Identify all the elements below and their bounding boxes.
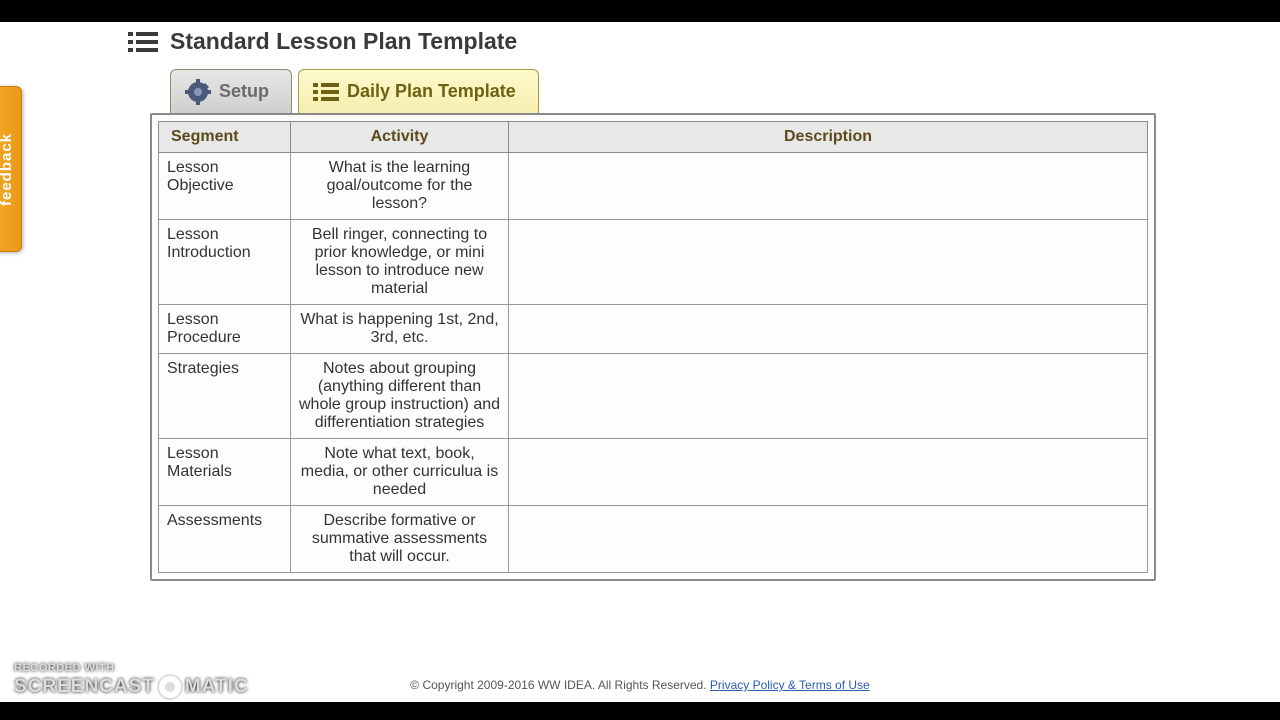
- table-header-row: Segment Activity Description: [159, 122, 1148, 153]
- tab-daily-label: Daily Plan Template: [347, 81, 516, 102]
- tab-daily-plan-template[interactable]: Daily Plan Template: [298, 69, 539, 113]
- watermark-brand: SCREENCAST MATIC: [14, 674, 249, 700]
- copyright-text: © Copyright 2009-2016 WW IDEA. All Right…: [410, 678, 710, 692]
- letterbox-top: [0, 0, 1280, 22]
- cell-segment: Lesson Procedure: [159, 305, 291, 354]
- cell-description[interactable]: [509, 354, 1148, 439]
- tab-bar: Setup Daily Plan Template: [170, 69, 539, 113]
- cell-description[interactable]: [509, 220, 1148, 305]
- tab-setup-label: Setup: [219, 81, 269, 102]
- watermark-brand-right: MATIC: [185, 676, 249, 698]
- cell-description[interactable]: [509, 506, 1148, 573]
- table-row: Assessments Describe formative or summat…: [159, 506, 1148, 573]
- letterbox-bottom: [0, 702, 1280, 720]
- cell-segment: Lesson Introduction: [159, 220, 291, 305]
- list-icon: [128, 30, 158, 54]
- watermark-line1: RECORDED WITH: [14, 662, 249, 674]
- table-row: Strategies Notes about grouping (anythin…: [159, 354, 1148, 439]
- cell-activity: Bell ringer, connecting to prior knowled…: [291, 220, 509, 305]
- template-frame: Setup Daily Plan Template Segment Activi…: [150, 113, 1156, 581]
- cell-activity: Notes about grouping (anything different…: [291, 354, 509, 439]
- cell-activity: Describe formative or summative assessme…: [291, 506, 509, 573]
- cell-activity: Note what text, book, media, or other cu…: [291, 439, 509, 506]
- table-row: Lesson Procedure What is happening 1st, …: [159, 305, 1148, 354]
- tab-setup[interactable]: Setup: [170, 69, 292, 113]
- gear-icon: [185, 79, 211, 105]
- table-row: Lesson Materials Note what text, book, m…: [159, 439, 1148, 506]
- cell-description[interactable]: [509, 153, 1148, 220]
- page-title: Standard Lesson Plan Template: [170, 28, 517, 55]
- cell-description[interactable]: [509, 439, 1148, 506]
- cell-segment: Assessments: [159, 506, 291, 573]
- table-row: Lesson Objective What is the learning go…: [159, 153, 1148, 220]
- page-header: Standard Lesson Plan Template: [0, 22, 1280, 67]
- cell-description[interactable]: [509, 305, 1148, 354]
- cell-segment: Lesson Materials: [159, 439, 291, 506]
- list-icon: [313, 82, 339, 102]
- col-description: Description: [509, 122, 1148, 153]
- cell-activity: What is the learning goal/outcome for th…: [291, 153, 509, 220]
- cell-segment: Lesson Objective: [159, 153, 291, 220]
- plan-table: Segment Activity Description Lesson Obje…: [158, 121, 1148, 573]
- col-activity: Activity: [291, 122, 509, 153]
- privacy-terms-link[interactable]: Privacy Policy & Terms of Use: [710, 678, 870, 692]
- table-row: Lesson Introduction Bell ringer, connect…: [159, 220, 1148, 305]
- recorder-watermark: RECORDED WITH SCREENCAST MATIC: [14, 662, 249, 700]
- cell-activity: What is happening 1st, 2nd, 3rd, etc.: [291, 305, 509, 354]
- col-segment: Segment: [159, 122, 291, 153]
- record-icon: [157, 674, 183, 700]
- watermark-brand-left: SCREENCAST: [14, 676, 155, 698]
- cell-segment: Strategies: [159, 354, 291, 439]
